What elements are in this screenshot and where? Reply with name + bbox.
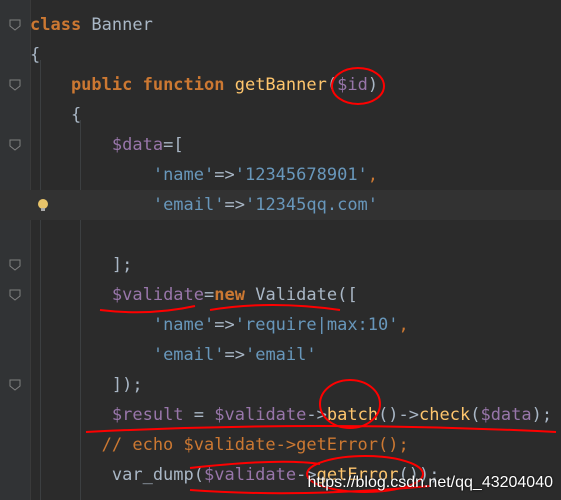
code-token: 'email' (152, 345, 225, 365)
code-token: check (419, 405, 471, 425)
code-token: ()-> (378, 405, 420, 425)
code-token: $validate (204, 465, 297, 485)
code-token: '12345678901' (234, 165, 368, 185)
fold-marker-icon[interactable] (9, 139, 21, 151)
code-token: $data (111, 135, 164, 155)
code-token: ( (326, 75, 338, 95)
code-token: 'name' (152, 165, 215, 185)
code-text: { (30, 40, 40, 70)
code-editor[interactable]: class Banner{ public function getBanner(… (0, 0, 561, 500)
code-text: ]; (30, 250, 132, 280)
code-token: => (214, 165, 235, 185)
code-text: $validate=new Validate([ (30, 280, 358, 310)
code-token: -> (306, 405, 327, 425)
code-token: ); (531, 405, 553, 425)
code-token: { (30, 105, 82, 125)
fold-marker-icon[interactable] (9, 79, 21, 91)
fold-marker-icon[interactable] (9, 379, 21, 391)
fold-marker-icon[interactable] (9, 19, 21, 31)
code-token: var_dump( (30, 465, 204, 485)
code-line[interactable]: $result = $validate->batch()->check($dat… (0, 400, 561, 430)
code-token: , (367, 165, 379, 185)
code-token: ]); (30, 375, 143, 395)
code-token: , (398, 315, 409, 335)
watermark: https://blog.csdn.net/qq_43204040 (307, 474, 553, 491)
code-token: ]; (30, 255, 133, 275)
code-token: $data (480, 405, 532, 425)
code-token: '12345qq.com' (244, 195, 379, 215)
code-token: public (30, 75, 143, 95)
code-line[interactable]: 'name'=>'12345678901', (0, 160, 561, 190)
code-token: Validate([ (255, 285, 358, 305)
code-token: ( (470, 405, 481, 425)
code-text: // echo $validate->getError(); (30, 430, 409, 460)
code-line[interactable]: { (0, 40, 561, 70)
code-token: new (214, 285, 256, 305)
code-text: 'email'=>'12345qq.com' (30, 190, 378, 220)
code-text: public function getBanner($id) (30, 70, 378, 100)
code-token: = (204, 285, 215, 305)
code-text: $data=[ (30, 130, 184, 160)
code-token: class (30, 15, 92, 35)
code-text: 'email'=>'email' (30, 340, 317, 370)
code-text: 'name'=>'require|max:10', (30, 310, 409, 340)
code-token: $id (337, 75, 368, 95)
code-line[interactable]: public function getBanner($id) (0, 70, 561, 100)
code-token: { (30, 45, 41, 65)
code-token: getBanner (234, 75, 327, 95)
code-token: ) (367, 75, 379, 95)
code-token: $validate (111, 285, 205, 305)
code-line[interactable]: { (0, 100, 561, 130)
code-token: 'email' (152, 195, 225, 215)
code-text: ]); (30, 370, 143, 400)
code-token: // echo $validate->getError(); (30, 435, 409, 455)
code-line[interactable]: class Banner (0, 10, 561, 40)
code-line[interactable] (0, 220, 561, 250)
code-line[interactable]: ]); (0, 370, 561, 400)
code-line[interactable]: $data=[ (0, 130, 561, 160)
code-token: =[ (163, 135, 184, 155)
code-line[interactable]: ]; (0, 250, 561, 280)
code-token: 'name' (152, 315, 215, 335)
code-token: $result (111, 405, 184, 425)
code-text: class Banner (30, 10, 153, 40)
code-token: $validate (214, 405, 307, 425)
code-token: 'email' (244, 345, 317, 365)
code-line[interactable]: 'email'=>'email' (0, 340, 561, 370)
code-token: => (214, 315, 235, 335)
code-token: Banner (91, 15, 153, 35)
code-text: { (30, 100, 81, 130)
code-line[interactable]: // echo $validate->getError(); (0, 430, 561, 460)
code-line[interactable]: 'email'=>'12345qq.com' (0, 190, 561, 220)
fold-marker-icon[interactable] (9, 259, 21, 271)
code-line[interactable]: $validate=new Validate([ (0, 280, 561, 310)
fold-marker-icon[interactable] (9, 289, 21, 301)
code-token: 'require|max:10' (234, 315, 399, 335)
code-token: => (224, 195, 245, 215)
code-token: = (183, 405, 215, 425)
code-text: $result = $validate->batch()->check($dat… (30, 400, 552, 430)
code-line[interactable]: 'name'=>'require|max:10', (0, 310, 561, 340)
code-token: batch (326, 405, 379, 425)
code-text: 'name'=>'12345678901', (30, 160, 378, 190)
code-token: function (142, 75, 235, 95)
code-token: => (224, 345, 245, 365)
